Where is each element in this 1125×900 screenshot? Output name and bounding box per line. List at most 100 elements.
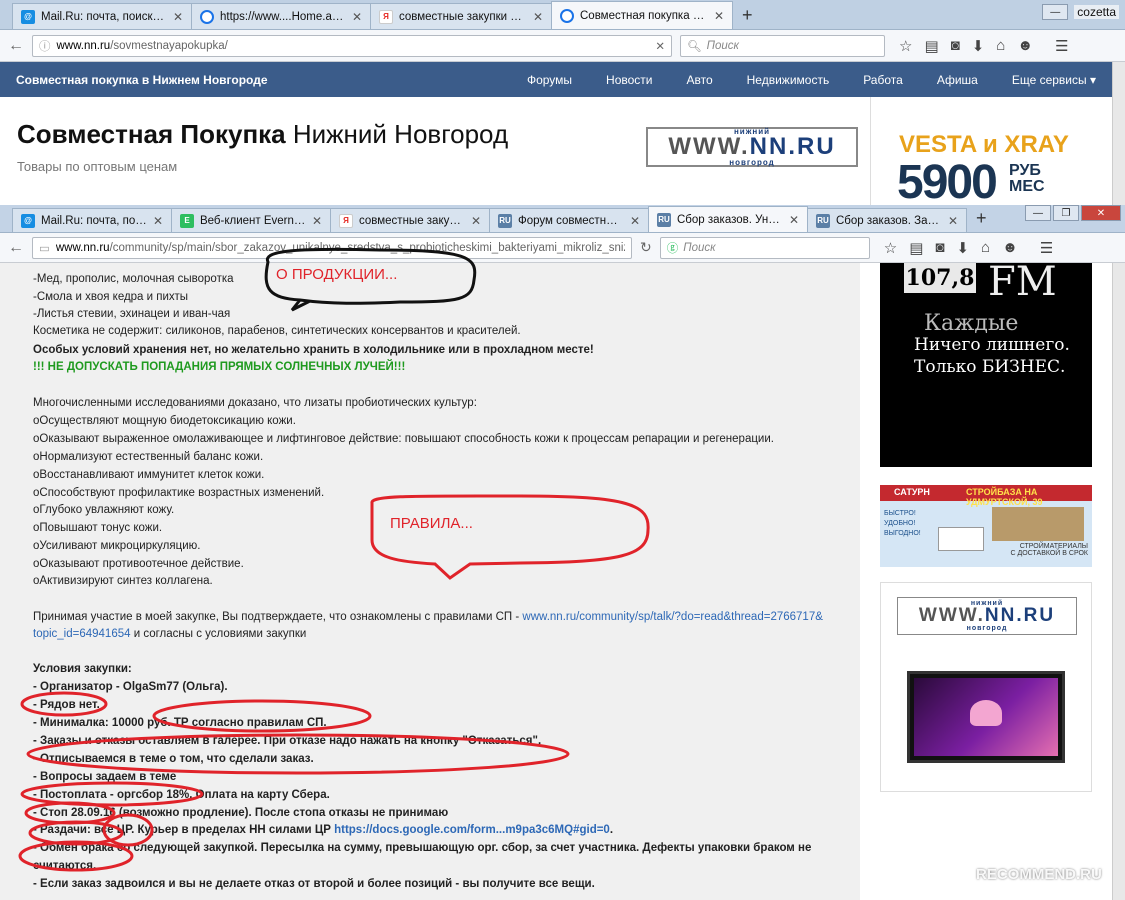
top-tab-4[interactable]: Совместная покупка Ниж...✕ bbox=[551, 1, 733, 29]
top-tab-1[interactable]: @ Mail.Ru: почта, поиск в ин...✕ bbox=[12, 3, 192, 29]
site-hero: Совместная Покупка Нижний Новгород Товар… bbox=[0, 97, 860, 205]
chat-icon[interactable]: ☻ bbox=[1017, 37, 1033, 55]
saturn-brand: САТУРН bbox=[894, 487, 930, 497]
top-tab-3[interactable]: Я совместные закупки — Я...✕ bbox=[370, 3, 552, 29]
front-url-bar[interactable]: ▭ www.nn.ru/community/sp/main/sbor_zakaz… bbox=[32, 236, 632, 259]
close-icon[interactable]: ✕ bbox=[471, 214, 481, 228]
minimize-button[interactable]: — bbox=[1025, 205, 1051, 221]
text-line: оСпособствуют профилактике возрастных из… bbox=[33, 487, 325, 499]
close-icon[interactable]: ✕ bbox=[533, 10, 543, 24]
new-tab-button[interactable]: + bbox=[966, 206, 997, 232]
top-scrollbar[interactable] bbox=[1112, 62, 1125, 205]
radio-ad[interactable]: 107,8 FM Каждые Ничего лишнего. Только Б… bbox=[880, 263, 1092, 467]
condition-item: - Постоплата - оргсбор 18%. Оплата на ка… bbox=[33, 789, 330, 801]
bookmark-star-icon[interactable]: ☆ bbox=[884, 239, 897, 257]
menu-realty[interactable]: Недвижимость bbox=[747, 73, 830, 87]
chat-icon[interactable]: ☻ bbox=[1002, 239, 1018, 257]
menu-forums[interactable]: Форумы bbox=[527, 73, 572, 87]
vesta-ad[interactable]: VESTA и XRAY 5900 РУБ МЕС bbox=[870, 97, 1112, 205]
menu-jobs[interactable]: Работа bbox=[863, 73, 903, 87]
close-icon[interactable]: ✕ bbox=[714, 9, 724, 23]
close-icon[interactable]: ✕ bbox=[948, 214, 958, 228]
nnru-logo-small: нижний WWW.NN.RU новгород bbox=[897, 597, 1077, 635]
gdocs-link[interactable]: https://docs.google.com/form...m9pa3c6MQ… bbox=[334, 824, 610, 836]
radio-line-1: Каждые bbox=[924, 311, 1019, 336]
reading-list-icon[interactable]: ▤ bbox=[909, 239, 923, 257]
pocket-icon[interactable]: ◙ bbox=[951, 37, 960, 55]
saturn-footer: СТРОЙМАТЕРИАЛЫ С ДОСТАВКОЙ В СРОК bbox=[1010, 543, 1088, 557]
ad-price: 5900 bbox=[897, 156, 998, 205]
top-search-input[interactable]: 🔍︎ Поиск bbox=[680, 34, 885, 57]
front-tab-6[interactable]: RU Сбор заказов. Загад...✕ bbox=[807, 208, 967, 232]
back-arrow-icon[interactable]: ← bbox=[8, 239, 24, 257]
saturn-slogan: БЫСТРО! УДОБНО! ВЫГОДНО! bbox=[884, 510, 921, 537]
tv-image bbox=[907, 671, 1065, 763]
tv-ad[interactable]: нижний WWW.NN.RU новгород bbox=[880, 582, 1092, 792]
menu-icon[interactable]: ☰ bbox=[1055, 37, 1068, 55]
restore-button[interactable]: ❐ bbox=[1053, 205, 1079, 221]
bookmark-star-icon[interactable]: ☆ bbox=[899, 37, 912, 55]
front-toolbar-icons: ☆ ▤ ◙ ⬇ ⌂ ☻ ☰ bbox=[884, 239, 1054, 257]
front-tab-4[interactable]: RU Форум совместная ... ✕ bbox=[489, 208, 649, 232]
radio-fm: FM bbox=[988, 263, 1057, 305]
close-icon[interactable]: ✕ bbox=[789, 213, 799, 227]
reading-list-icon[interactable]: ▤ bbox=[924, 37, 938, 55]
front-tab-3[interactable]: Я совместные закупки... ✕ bbox=[330, 208, 490, 232]
condition-item: - Отписываемся в теме о том, что сделали… bbox=[33, 753, 314, 765]
back-arrow-icon[interactable]: ← bbox=[8, 37, 24, 55]
pocket-icon[interactable]: ◙ bbox=[935, 239, 944, 257]
front-tab-5[interactable]: RU Сбор заказов. Уника...✕ bbox=[648, 206, 808, 232]
front-nav-bar: ← ▭ www.nn.ru/community/sp/main/sbor_zak… bbox=[0, 233, 1125, 263]
page-icon: ▭ bbox=[39, 242, 50, 255]
download-icon[interactable]: ⬇ bbox=[972, 37, 985, 55]
download-icon[interactable]: ⬇ bbox=[956, 239, 969, 257]
ru-icon: RU bbox=[816, 213, 830, 228]
top-url-bar[interactable]: ⓘ www.nn.ru/sovmestnayapokupka/ ✕ bbox=[32, 34, 672, 57]
text-line: Многочисленными исследованиями доказано,… bbox=[33, 397, 477, 409]
close-icon[interactable]: ✕ bbox=[173, 10, 183, 24]
site-nav-bar: Совместная покупка в Нижнем Новгороде Фо… bbox=[0, 62, 1112, 97]
front-scrollbar[interactable] bbox=[1112, 263, 1125, 900]
radio-line-3: Только БИЗНЕС. bbox=[914, 357, 1066, 377]
rules-link-2[interactable]: topic_id=64941654 bbox=[33, 628, 131, 640]
text-line: оНормализуют естественный баланс кожи. bbox=[33, 451, 264, 463]
close-icon[interactable]: ✕ bbox=[352, 10, 362, 24]
text-line: оОказывают выраженное омолаживающее и ли… bbox=[33, 433, 774, 445]
close-window-button[interactable]: ✕ bbox=[1081, 205, 1121, 221]
menu-more-services[interactable]: Еще сервисы ▾ bbox=[1012, 73, 1096, 87]
home-icon[interactable]: ⌂ bbox=[981, 239, 990, 257]
menu-auto[interactable]: Авто bbox=[686, 73, 712, 87]
front-tab-1[interactable]: @ Mail.Ru: почта, поиск...✕ bbox=[12, 208, 172, 232]
front-search-input[interactable]: ⓖ Поиск bbox=[659, 236, 870, 259]
new-tab-button[interactable]: + bbox=[732, 3, 763, 29]
mailru-icon: @ bbox=[21, 9, 35, 24]
condition-item: - Если заказ задвоился и вы не делаете о… bbox=[33, 878, 595, 890]
text-line: оАктивизируют синтез коллагена. bbox=[33, 575, 213, 587]
condition-item: - Раздачи: все ЦР. Курьер в пределах НН … bbox=[33, 824, 614, 836]
home-icon[interactable]: ⌂ bbox=[996, 37, 1005, 55]
menu-news[interactable]: Новости bbox=[606, 73, 652, 87]
minimize-button[interactable]: — bbox=[1042, 4, 1069, 20]
menu-afisha[interactable]: Афиша bbox=[937, 73, 978, 87]
condition-item: - Организатор - OlgaSm77 (Ольга). bbox=[33, 681, 228, 693]
rules-link[interactable]: www.nn.ru/community/sp/talk/?do=read&thr… bbox=[522, 611, 822, 623]
top-tab-2[interactable]: https://www....Home.action ✕ bbox=[191, 3, 371, 29]
menu-icon[interactable]: ☰ bbox=[1040, 239, 1053, 257]
front-tab-2[interactable]: E Веб-клиент Evernote ✕ bbox=[171, 208, 331, 232]
saturn-ad[interactable]: САТУРН СТРОЙБАЗА НА УДМУРТСКОЙ, 39 БЫСТР… bbox=[880, 485, 1092, 567]
page-title: Совместная Покупка Нижний Новгород bbox=[17, 119, 509, 149]
top-nav-bar: ← ⓘ www.nn.ru/sovmestnayapokupka/ ✕ 🔍︎ По… bbox=[0, 30, 1125, 62]
reload-icon[interactable]: ↻ bbox=[640, 239, 652, 256]
yandex-icon: Я bbox=[339, 213, 353, 228]
nnru-logo[interactable]: нижний WWW.NN.RU новгород bbox=[646, 127, 858, 167]
close-icon[interactable]: ✕ bbox=[153, 214, 163, 228]
condition-item: - Рядов нет. bbox=[33, 699, 100, 711]
saturn-headline: СТРОЙБАЗА НА УДМУРТСКОЙ, 39 bbox=[966, 487, 1043, 507]
condition-item: - Обмен брака со следующей закупкой. Пер… bbox=[33, 842, 812, 854]
site-brand[interactable]: Совместная покупка в Нижнем Новгороде bbox=[16, 73, 493, 87]
info-icon: ⓘ bbox=[39, 40, 51, 53]
close-icon[interactable]: ✕ bbox=[630, 214, 640, 228]
clear-icon[interactable]: ✕ bbox=[655, 39, 665, 53]
top-tab-bar: @ Mail.Ru: почта, поиск в ин...✕ https:/… bbox=[0, 0, 1125, 30]
close-icon[interactable]: ✕ bbox=[312, 214, 322, 228]
